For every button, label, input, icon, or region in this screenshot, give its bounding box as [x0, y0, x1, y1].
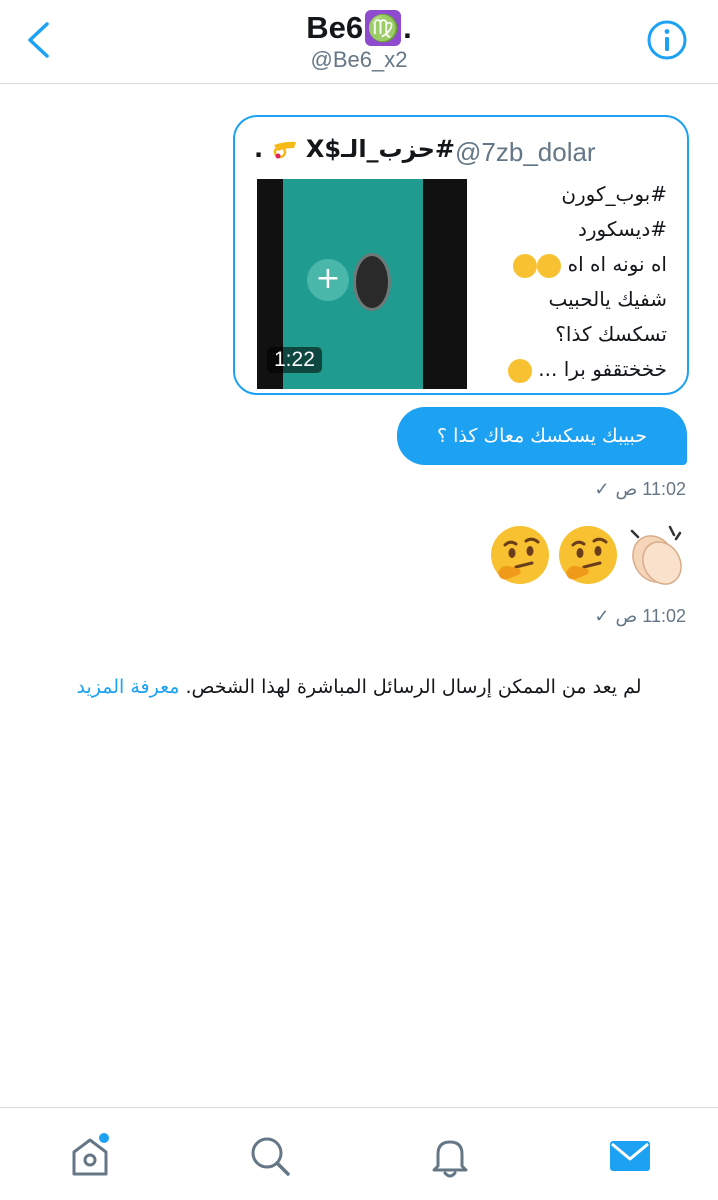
card-line: اه نونه اه اه — [467, 247, 667, 282]
card-text: #بوب_كورن #ديسكورد اه نونه اه اه شفيك يا… — [467, 177, 667, 387]
contact-handle: @Be6_x2 — [310, 47, 408, 72]
notice-text: لم يعد من الممكن إرسال الرسائل المباشرة … — [185, 676, 642, 698]
card-line: خخختقفو برا ... — [467, 352, 667, 387]
emoji-message-meta: ✓ 11:02 ص — [594, 606, 686, 627]
checkmark-icon: ✓ — [594, 479, 610, 499]
card-handle: @7zb_dolar — [455, 137, 596, 167]
message-bubble[interactable]: حبيبك يسكسك معاك كذا ؟ — [397, 407, 687, 465]
card-line: #ديسكورد — [577, 217, 667, 241]
laughing-face-icon — [537, 253, 562, 278]
tab-messages[interactable] — [606, 1132, 654, 1180]
card-line: شفيك يالحبيب — [548, 287, 668, 311]
card-line-text: اه نونه اه اه — [567, 252, 667, 276]
message-text: حبيبك يسكسك معاك كذا ؟ — [437, 425, 647, 447]
tab-home[interactable] — [66, 1132, 114, 1180]
emoji-message[interactable] — [488, 523, 688, 587]
avatar — [353, 253, 391, 311]
postal-horn-icon — [273, 141, 296, 159]
dm-disabled-notice: لم يعد من الممكن إرسال الرسائل المباشرة … — [0, 676, 718, 698]
home-icon — [72, 1133, 109, 1176]
card-name-suffix: . — [254, 135, 264, 163]
messages-icon — [610, 1141, 650, 1171]
info-icon — [647, 20, 687, 60]
thinking-face-icon — [559, 526, 617, 584]
tab-notifications[interactable] — [426, 1132, 474, 1180]
search-icon — [251, 1137, 290, 1176]
message-meta: ✓ 11:02 ص — [594, 479, 686, 500]
thinking-face-icon — [507, 358, 532, 383]
contact-name-text: Be6 — [306, 10, 364, 45]
conversation-header: Be6 ♍ . @Be6_x2 — [0, 0, 718, 84]
card-line-text: خخختقفو برا ... — [538, 357, 667, 381]
thinking-face-icon — [491, 526, 549, 584]
conversation-title[interactable]: Be6 ♍ . @Be6_x2 — [0, 10, 718, 73]
card-author-name: #حزب_الـ$X . — [254, 135, 455, 163]
virgo-icon: ♍ — [365, 10, 402, 46]
info-button[interactable] — [646, 19, 688, 61]
contact-name: Be6 ♍ . — [306, 10, 412, 46]
laughing-face-icon — [513, 253, 538, 278]
tab-search[interactable] — [246, 1132, 294, 1180]
message-time: 11:02 ص — [615, 479, 686, 499]
notifications-icon — [432, 1140, 468, 1178]
checkmark-icon: ✓ — [594, 606, 610, 626]
learn-more-link[interactable]: معرفة المزيد — [76, 676, 179, 698]
video-duration: 1:22 — [267, 347, 322, 373]
contact-name-suffix: . — [403, 10, 412, 45]
clapping-hands-icon — [630, 525, 682, 585]
emoji-message-time: 11:02 ص — [615, 606, 686, 626]
card-name-text: #حزب_الـ$X — [305, 135, 455, 163]
tab-bar — [0, 1107, 718, 1200]
card-line: #بوب_كورن — [561, 182, 667, 206]
plus-icon: + — [307, 259, 349, 301]
shared-tweet-card[interactable]: @7zb_dolar #حزب_الـ$X . + 1:22 #بوب_كورن… — [233, 115, 689, 395]
card-line: تسكسك كذا؟ — [555, 322, 667, 346]
video-thumbnail[interactable]: + 1:22 — [257, 179, 467, 389]
